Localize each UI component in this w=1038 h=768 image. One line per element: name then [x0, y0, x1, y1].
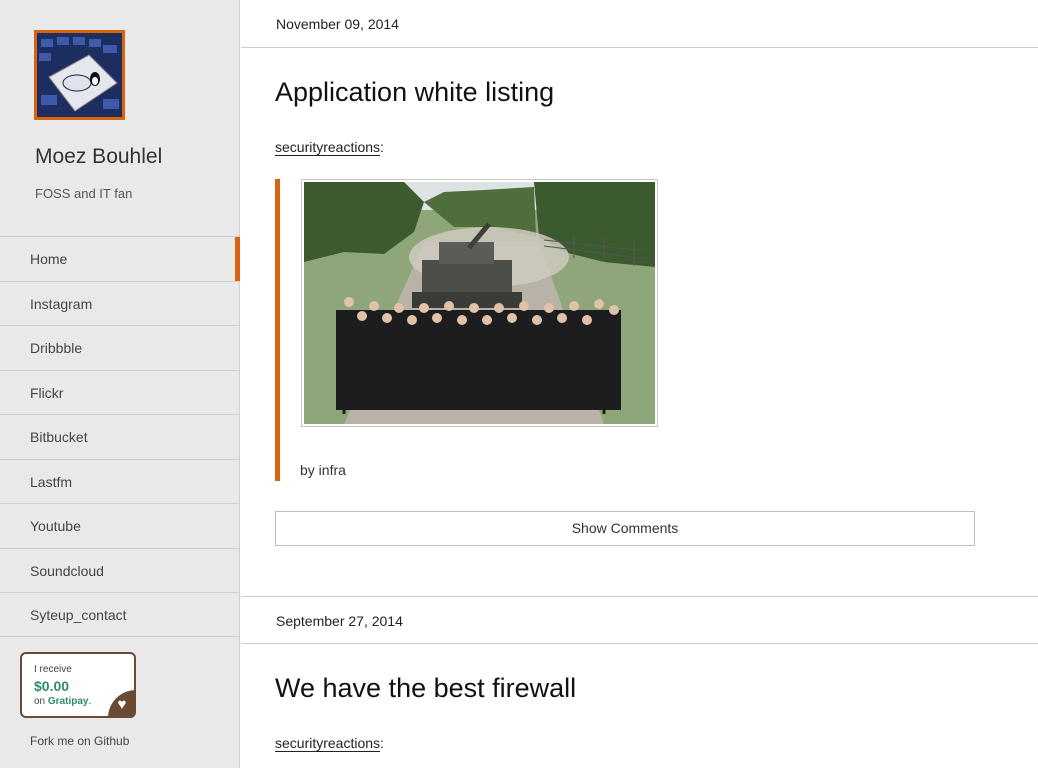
post-date: November 09, 2014: [276, 16, 399, 32]
avatar-keyboard-icon: [37, 33, 122, 117]
post-date-bar: November 09, 2014: [241, 0, 1038, 48]
nav-item-home[interactable]: Home: [0, 236, 240, 281]
heart-icon: ♥: [108, 690, 136, 718]
nav-item-soundcloud[interactable]: Soundcloud: [0, 547, 240, 593]
post-title[interactable]: We have the best firewall: [275, 673, 576, 704]
gratipay-on-word: on: [34, 696, 46, 707]
source-link[interactable]: securityreactions: [275, 735, 381, 752]
tank-photo: [304, 182, 655, 424]
post-source: securityreactions:: [275, 139, 384, 156]
gratipay-amount: $0.00: [34, 678, 70, 694]
gratipay-badge[interactable]: I receive $0.00 on Gratipay. ♥: [20, 652, 136, 718]
post-date: September 27, 2014: [276, 613, 403, 629]
gratipay-receive-label: I receive: [34, 664, 72, 675]
nav-item-instagram[interactable]: Instagram: [0, 280, 240, 326]
post-source: securityreactions:: [275, 735, 384, 752]
nav-item-dribbble[interactable]: Dribbble: [0, 325, 240, 370]
nav-item-lastfm[interactable]: Lastfm: [0, 458, 240, 504]
nav-item-youtube[interactable]: Youtube: [0, 503, 240, 548]
nav-item-syteup-contact[interactable]: Syteup_contact: [0, 592, 240, 637]
source-suffix: :: [380, 735, 384, 751]
gratipay-on-label: on Gratipay.: [34, 696, 91, 707]
nav-item-bitbucket[interactable]: Bitbucket: [0, 414, 240, 459]
fork-on-github-link[interactable]: Fork me on Github: [30, 734, 129, 748]
show-comments-button[interactable]: Show Comments: [275, 511, 975, 546]
site-name: Moez Bouhlel: [35, 145, 163, 168]
nav-item-flickr[interactable]: Flickr: [0, 369, 240, 415]
gratipay-brand: Gratipay: [47, 696, 89, 707]
sidebar-nav: Home Instagram Dribbble Flickr Bitbucket…: [0, 236, 240, 637]
post-byline: by infra: [300, 462, 346, 478]
post-title[interactable]: Application white listing: [275, 77, 554, 108]
post-image: [301, 179, 658, 427]
source-suffix: :: [380, 139, 384, 155]
post-date-bar: September 27, 2014: [241, 596, 1038, 644]
gratipay-period: .: [88, 696, 92, 707]
avatar[interactable]: [34, 30, 125, 120]
site-tagline: FOSS and IT fan: [35, 186, 133, 201]
sidebar: Moez Bouhlel FOSS and IT fan Home Instag…: [0, 0, 240, 768]
source-link[interactable]: securityreactions: [275, 139, 381, 156]
